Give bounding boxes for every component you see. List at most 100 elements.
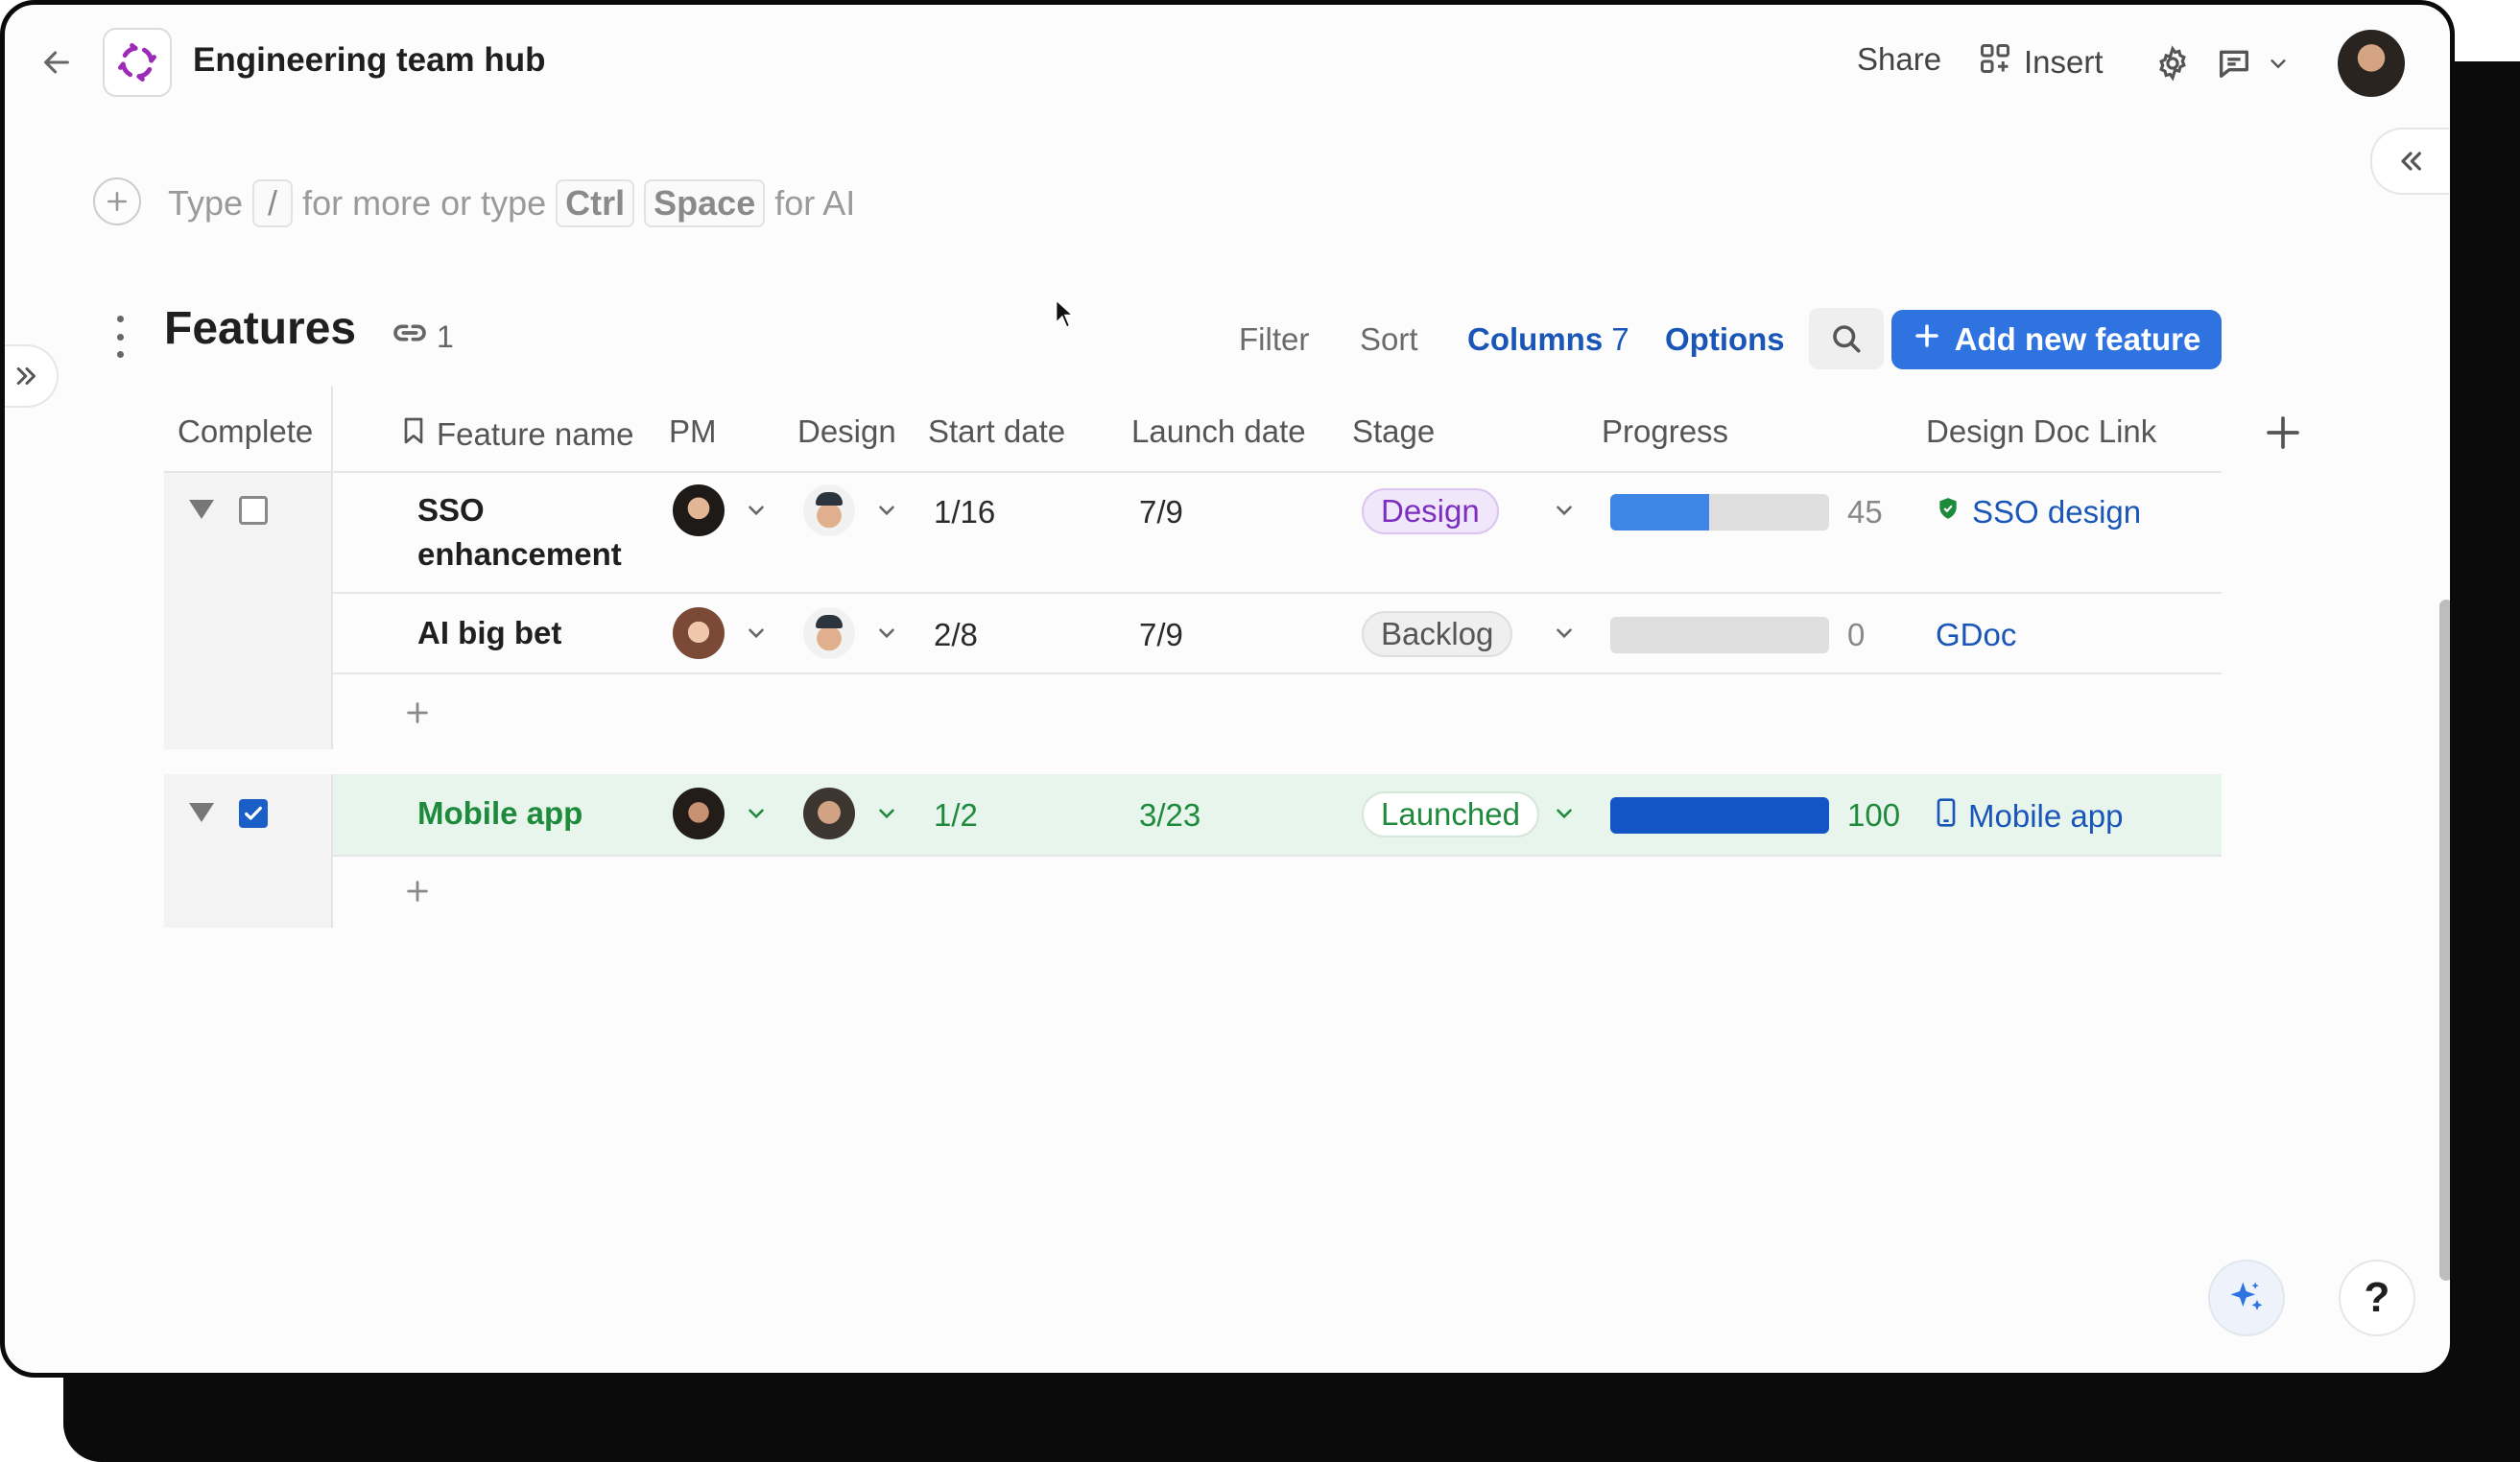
row-divider — [333, 855, 2222, 857]
progress-fill — [1610, 797, 1829, 834]
group-collapse-icon[interactable] — [189, 500, 214, 519]
stage-pill[interactable]: Design — [1362, 488, 1499, 534]
feature-name[interactable]: Mobile app — [417, 791, 638, 836]
col-feature-name[interactable]: Feature name — [398, 413, 633, 456]
options-button[interactable]: Options — [1665, 321, 1785, 358]
link-count-value: 1 — [437, 318, 454, 354]
chevron-down-icon[interactable] — [744, 621, 769, 646]
col-launch-date[interactable]: Launch date — [1131, 413, 1306, 450]
link-icon — [391, 314, 429, 360]
col-design-doc-link[interactable]: Design Doc Link — [1926, 413, 2156, 450]
launch-date[interactable]: 7/9 — [1139, 617, 1183, 653]
space-key: Space — [644, 179, 766, 227]
design-doc-link[interactable]: GDoc — [1936, 617, 2016, 653]
stage-pill[interactable]: Launched — [1362, 791, 1539, 837]
user-avatar[interactable] — [2338, 30, 2405, 97]
chevron-down-icon[interactable] — [744, 801, 769, 826]
collapse-panel-icon[interactable] — [2370, 128, 2449, 195]
filter-button[interactable]: Filter — [1239, 321, 1309, 358]
chevron-down-icon[interactable] — [874, 801, 899, 826]
stage-pill[interactable]: Backlog — [1362, 611, 1513, 657]
ctrl-key: Ctrl — [556, 179, 635, 227]
hint-more: for more or type — [302, 183, 547, 223]
insert-button[interactable]: Insert — [1978, 41, 2104, 83]
progress-value: 100 — [1847, 797, 1901, 833]
feature-name[interactable]: AI big bet — [417, 611, 638, 655]
chevron-down-icon[interactable] — [2264, 41, 2293, 85]
insert-label: Insert — [2024, 44, 2104, 80]
col-pm[interactable]: PM — [669, 413, 717, 450]
chevron-down-icon[interactable] — [744, 498, 769, 523]
start-date[interactable]: 1/16 — [934, 494, 995, 531]
col-stage[interactable]: Stage — [1352, 413, 1435, 450]
add-row-icon[interactable] — [404, 699, 431, 726]
sort-button[interactable]: Sort — [1360, 321, 1418, 358]
launch-date[interactable]: 7/9 — [1139, 494, 1183, 531]
hint-ai: for AI — [774, 183, 856, 223]
feature-name[interactable]: SSO enhancement — [417, 488, 638, 577]
help-button[interactable]: ? — [2339, 1260, 2415, 1336]
pm-avatar[interactable] — [673, 788, 725, 839]
progress-bar — [1610, 494, 1829, 531]
table-menu-icon[interactable] — [110, 316, 130, 358]
design-doc-link[interactable]: SSO design — [1936, 494, 2141, 531]
design-doc-link-label: Mobile app — [1968, 798, 2124, 834]
search-icon[interactable] — [1809, 308, 1884, 369]
add-new-feature-label: Add new feature — [1954, 321, 2201, 357]
designer-avatar[interactable] — [803, 484, 855, 536]
designer-avatar[interactable] — [803, 607, 855, 659]
col-complete[interactable]: Complete — [178, 413, 313, 450]
mouse-cursor-icon — [1055, 298, 1076, 334]
chevron-down-icon[interactable] — [1552, 498, 1577, 523]
row-divider — [333, 592, 2222, 594]
start-date[interactable]: 2/8 — [934, 617, 978, 653]
designer-avatar[interactable] — [803, 788, 855, 839]
expand-sidebar-icon[interactable] — [5, 344, 59, 408]
pm-avatar[interactable] — [673, 484, 725, 536]
launch-date[interactable]: 3/23 — [1139, 797, 1201, 834]
grid-insert-icon — [1978, 41, 2012, 83]
columns-count: 7 — [1611, 321, 1629, 357]
slash-key: / — [252, 179, 294, 227]
pm-avatar[interactable] — [673, 607, 725, 659]
doc-logo-icon[interactable] — [103, 28, 172, 97]
scrollbar[interactable] — [2439, 600, 2450, 1281]
col-start-date[interactable]: Start date — [928, 413, 1065, 450]
composer-hint[interactable]: Type / for more or type Ctrl Space for A… — [168, 179, 855, 227]
chevron-down-icon[interactable] — [874, 498, 899, 523]
complete-checkbox[interactable] — [239, 496, 268, 525]
add-block-button[interactable] — [93, 177, 141, 225]
back-arrow-icon[interactable] — [36, 41, 78, 83]
col-progress[interactable]: Progress — [1602, 413, 1728, 450]
chevron-down-icon[interactable] — [1552, 621, 1577, 646]
share-button[interactable]: Share — [1857, 41, 1941, 78]
doc-title[interactable]: Engineering team hub — [193, 41, 546, 80]
chevron-down-icon[interactable] — [1552, 801, 1577, 826]
table-title[interactable]: Features — [164, 302, 356, 355]
add-row-icon[interactable] — [404, 878, 431, 905]
add-new-feature-button[interactable]: Add new feature — [1891, 310, 2222, 369]
comment-icon[interactable] — [2212, 41, 2256, 85]
start-date[interactable]: 1/2 — [934, 797, 978, 834]
col-feature-name-label: Feature name — [437, 416, 634, 452]
columns-button[interactable]: Columns 7 — [1467, 321, 1629, 358]
chevron-down-icon[interactable] — [874, 621, 899, 646]
gear-icon[interactable] — [2151, 41, 2195, 85]
app-window: Engineering team hub Share Insert Type /… — [0, 0, 2455, 1378]
column-divider — [331, 774, 333, 928]
progress-value: 45 — [1847, 494, 1883, 530]
complete-checkbox[interactable] — [239, 799, 268, 828]
linked-count[interactable]: 1 — [391, 314, 454, 360]
group-2-gutter — [164, 774, 331, 928]
add-column-icon[interactable] — [2264, 413, 2302, 452]
ai-sparkle-icon[interactable] — [2208, 1260, 2285, 1336]
hint-type: Type — [168, 183, 244, 223]
group-collapse-icon[interactable] — [189, 803, 214, 822]
col-design[interactable]: Design — [797, 413, 896, 450]
progress-fill — [1610, 494, 1709, 531]
progress-bar — [1610, 797, 1829, 834]
header-divider — [164, 471, 2222, 473]
design-doc-link[interactable]: Mobile app — [1936, 797, 2123, 836]
columns-label: Columns — [1467, 321, 1604, 357]
share-label: Share — [1857, 41, 1942, 77]
